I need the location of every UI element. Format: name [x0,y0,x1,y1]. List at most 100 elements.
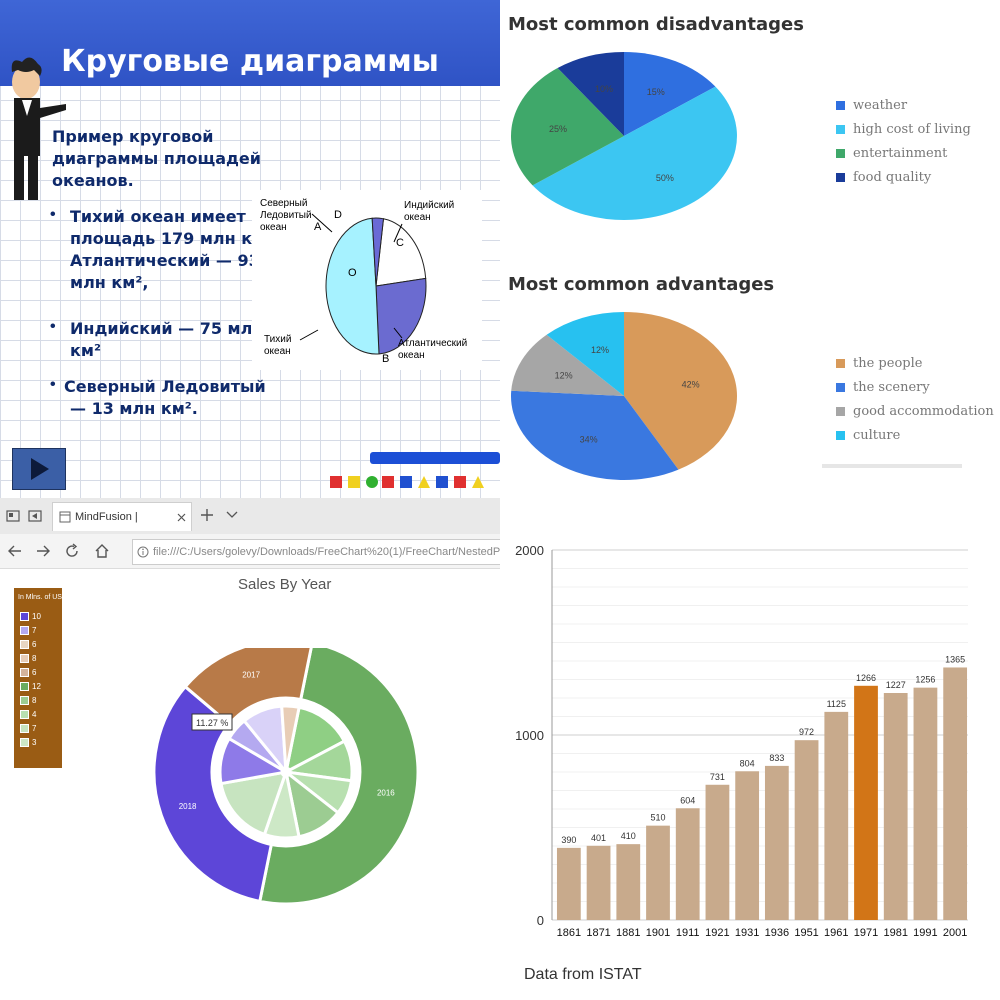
x-tick-label: 1931 [735,927,759,939]
legend-item: weather [836,98,907,113]
advantages-pie: 42% 34% 12% 12% [511,312,737,480]
bar-value-label: 401 [591,833,606,843]
sales-legend-value: 7 [32,724,37,733]
play-icon [31,458,49,480]
sales-legend-item: 12 [20,682,41,692]
new-tab-icon[interactable] [200,508,214,522]
advantages-title: Most common advantages [508,274,775,295]
url-text: file:///C:/Users/golevy/Downloads/FreeCh… [153,546,500,558]
bar-value-label: 390 [561,835,576,845]
label-arctic-l1: Северный [260,198,307,209]
bar-value-label: 731 [710,772,725,782]
play-button[interactable] [12,448,66,490]
bar-1911 [675,808,700,920]
sales-legend-value: 6 [32,640,37,649]
bar-value-label: 1266 [856,673,876,683]
bar-1951 [794,740,819,920]
legend-label: the people [853,356,923,371]
sales-legend-item: 7 [20,626,37,636]
sales-legend-swatch [20,626,29,636]
legend-label: culture [853,428,901,443]
forward-icon[interactable] [36,545,50,557]
legend-swatch [836,407,845,416]
sales-legend-item: 8 [20,654,36,664]
slide-panel: Круговые диаграммы Пример круговой диагр… [0,0,500,498]
legend-swatch [836,125,845,134]
slide-intro-line: диаграммы площадей [52,149,261,168]
chevron-down-icon[interactable] [226,511,238,519]
point-label: B [382,353,389,365]
bar-value-label: 1227 [886,680,906,690]
label-indian-l2: океан [404,212,431,223]
point-label: O [348,267,357,279]
x-tick-label: 1861 [557,927,581,939]
slide-title: Круговые диаграммы [61,44,439,79]
label-arctic-l2: Ледовитый [260,210,312,221]
legend-item: good accommodation [836,404,994,419]
sales-outer-label: 2016 [377,788,395,797]
legend-item: the people [836,356,922,371]
sales-outer-label: 2017 [242,671,260,680]
legend-label: good accommodation [853,404,994,419]
bullet-text: км² [70,341,101,360]
sales-legend: In Mlns. of USD 10 7 6 8 6 12 8 4 7 3 [14,588,67,768]
tab-preview-icon[interactable] [6,509,20,523]
slice-data-label: 10% [595,84,613,94]
bar-1921 [705,784,730,920]
legend-swatch [836,101,845,110]
y-tick-label: 0 [537,913,544,928]
chart-note: Data from ISTAT [524,966,642,983]
x-tick-label: 1936 [765,927,789,939]
slide-intro-line: океанов. [52,171,134,190]
y-tick-label: 1000 [515,728,544,743]
advantages-panel: Most common disadvantages 15% 50% 25% 10% w… [500,0,1000,498]
back-icon[interactable] [8,545,22,557]
sales-legend-title: In Mlns. of USD [18,594,68,601]
bar-1931 [735,771,760,920]
legend-item: high cost of living [836,122,971,137]
legend-label: entertainment [853,146,948,161]
sales-legend-value: 10 [32,612,41,621]
population-bar-chart: 0 1000 2000 390 1861 401 1871 410 1881 510 1901 604… [500,500,1000,1000]
refresh-icon[interactable] [64,543,80,559]
disadvantages-pie: 15% 50% 25% 10% [511,52,737,220]
slice-data-label: 25% [549,124,567,134]
sales-outer-label: 2018 [179,802,197,811]
slice-data-label: 15% [647,87,665,97]
sales-legend-swatch [20,668,29,678]
sales-legend-swatch [20,682,29,692]
sales-legend-item: 7 [20,724,37,734]
slice-data-label: 12% [591,345,609,355]
x-tick-label: 1911 [676,927,700,939]
sales-pie-chart: 2016 2018 2017 11.27 % [152,648,420,906]
y-tick-label: 2000 [515,543,544,558]
point-label: A [314,221,322,233]
tab-mindfusion[interactable]: MindFusion | JavaScript [52,502,192,551]
bar-chart-svg: 0 1000 2000 390 1861 401 1871 410 1881 510 1901 604… [515,543,968,939]
sales-legend-value: 7 [32,626,37,635]
legend-divider [822,464,962,468]
sales-legend-item: 3 [20,738,36,748]
bullet-text: млн км², [70,273,149,292]
x-tick-label: 1871 [586,927,610,939]
sales-legend-item: 8 [20,696,36,706]
x-tick-label: 1951 [794,927,818,939]
bullet-text: Тихий океан имеет [70,207,246,226]
bullet-text: — 13 млн км². [70,399,198,418]
browser-window: MindFusion | JavaScript file:///C:/Users… [0,498,500,1000]
info-icon[interactable] [137,546,149,558]
label-indian-l1: Индийский [404,200,454,211]
tab-back-icon[interactable] [28,509,42,523]
url-field[interactable]: file:///C:/Users/golevy/Downloads/FreeCh… [132,539,500,565]
slice-data-label: 12% [555,371,573,381]
sales-legend-item: 6 [20,640,37,650]
legend-item: culture [836,428,900,443]
bar-1971 [854,685,878,920]
sales-legend-item: 10 [20,612,41,622]
bullet-dot: • [50,318,56,335]
sales-legend-swatch [20,654,29,664]
point-label: C [396,237,404,249]
home-icon[interactable] [94,543,110,559]
close-icon[interactable] [177,513,186,522]
bar-1981 [883,693,908,920]
